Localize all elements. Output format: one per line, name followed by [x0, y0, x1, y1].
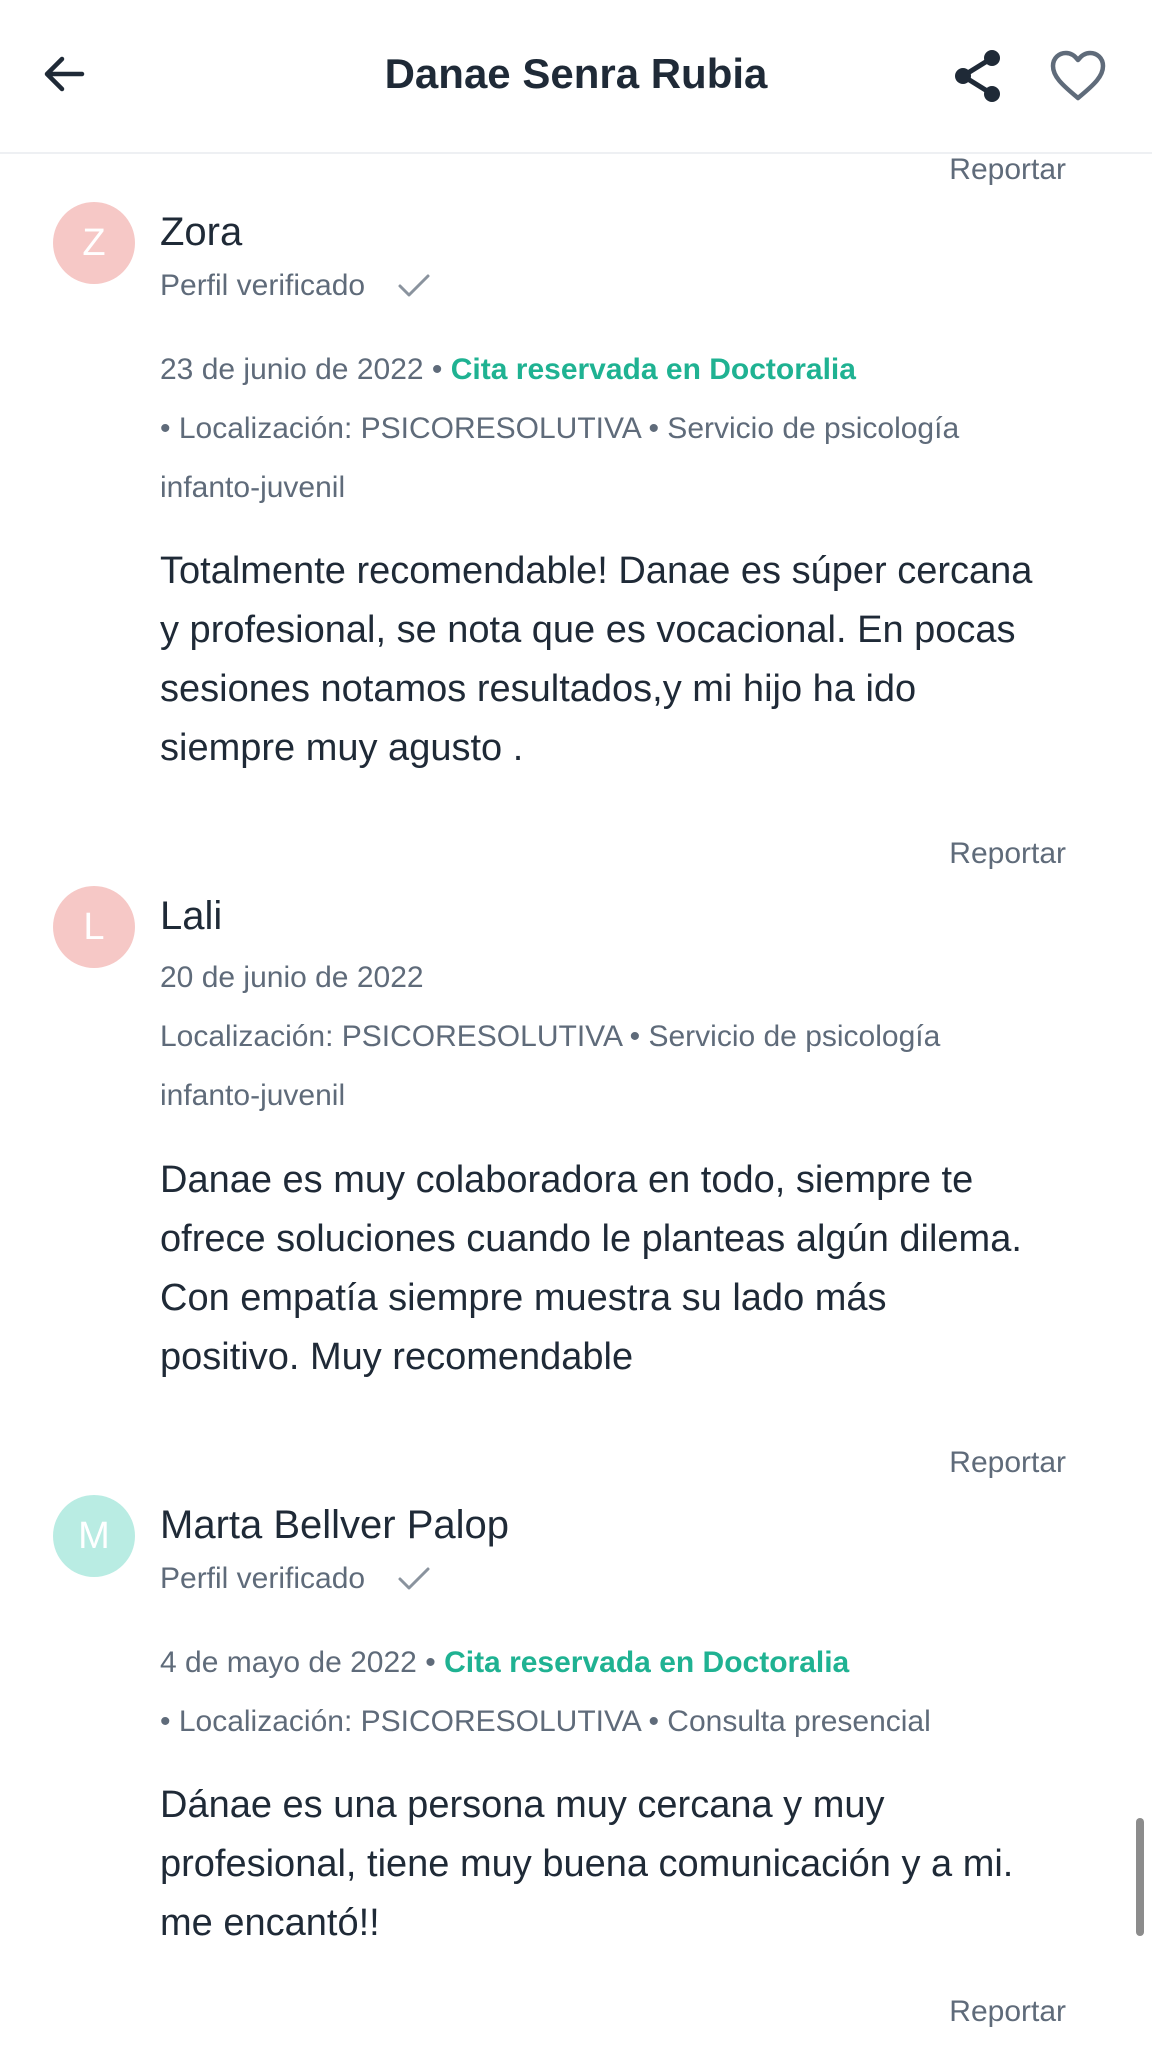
avatar: L — [53, 886, 135, 968]
review-text: Dánae es una persona muy cercana y muy p… — [160, 1776, 1100, 1953]
review-date-line: 4 de mayo de 2022 • Cita reservada en Do… — [160, 1643, 849, 1683]
review-location: • Localización: PSICORESOLUTIVA • Servic… — [160, 412, 960, 445]
review-text-line: positivo. Muy recomendable — [160, 1336, 634, 1378]
reviewer-name[interactable]: Zora — [160, 207, 242, 257]
back-button[interactable] — [34, 44, 94, 104]
check-icon — [397, 1566, 431, 1592]
verified-profile: Perfil verificado — [160, 266, 431, 306]
verified-label: Perfil verificado — [160, 269, 366, 302]
separator: • — [416, 1646, 445, 1679]
review-date: 4 de mayo de 2022 — [160, 1646, 417, 1679]
reviewer-name[interactable]: Lali — [160, 891, 222, 941]
review-text-line: Dánae es una persona muy cercana y muy — [160, 1784, 885, 1826]
review-text-line: siempre muy agusto . — [160, 727, 524, 769]
separator: • — [423, 353, 451, 386]
review-date: 23 de junio de 2022 — [160, 353, 424, 386]
review-location: Localización: PSICORESOLUTIVA • Servicio… — [160, 1020, 941, 1053]
report-link[interactable]: Reportar — [949, 1443, 1066, 1483]
review-text-line: ofrece soluciones cuando le planteas alg… — [160, 1218, 1022, 1260]
profile-reviews-screen: Danae Senra Rubia Reportar Z Zora Perfil… — [0, 0, 1152, 2048]
review-text-line: me encantó!! — [160, 1902, 380, 1944]
avatar: Z — [53, 202, 135, 284]
avatar: M — [53, 1495, 135, 1577]
share-button[interactable] — [946, 44, 1010, 108]
review-date: 20 de junio de 2022 — [160, 961, 424, 994]
review-text-line: y profesional, se nota que es vocacional… — [160, 609, 1016, 651]
booked-badge: Cita reservada en Doctoralia — [444, 1646, 850, 1679]
review-date-line: 23 de junio de 2022 • Cita reservada en … — [160, 350, 856, 390]
scrollbar[interactable] — [1136, 1818, 1144, 1936]
review-location: • Localización: PSICORESOLUTIVA • Consul… — [160, 1705, 931, 1738]
reviewer-name[interactable]: Marta Bellver Palop — [160, 1500, 509, 1550]
review-service: infanto-juvenil — [160, 1079, 346, 1112]
review-text-line: Con empatía siempre muestra su lado más — [160, 1277, 887, 1319]
review-service: infanto-juvenil — [160, 471, 346, 504]
report-link[interactable]: Reportar — [949, 834, 1066, 874]
heart-outline-icon — [1050, 50, 1106, 101]
check-icon — [397, 273, 431, 299]
top-app-bar: Danae Senra Rubia — [0, 0, 1152, 154]
page-title: Danae Senra Rubia — [384, 50, 768, 97]
verified-profile: Perfil verificado — [160, 1559, 431, 1599]
review-text-line: profesional, tiene muy buena comunicació… — [160, 1843, 1014, 1885]
review-text-line: Totalmente recomendable! Danae es súper … — [160, 550, 1033, 592]
report-link[interactable]: Reportar — [949, 1992, 1066, 2032]
favorite-button[interactable] — [1044, 42, 1112, 110]
report-link[interactable]: Reportar — [949, 150, 1066, 190]
review-text-line: sesiones notamos resultados,y mi hijo ha… — [160, 668, 917, 710]
booked-badge: Cita reservada en Doctoralia — [450, 353, 856, 386]
arrow-left-icon — [44, 56, 85, 92]
review-text: Danae es muy colaboradora en todo, siemp… — [160, 1151, 1100, 1387]
review-text: Totalmente recomendable! Danae es súper … — [160, 542, 1100, 778]
review-text-line: Danae es muy colaboradora en todo, siemp… — [160, 1159, 974, 1201]
share-icon — [955, 50, 1000, 102]
verified-label: Perfil verificado — [160, 1562, 366, 1595]
